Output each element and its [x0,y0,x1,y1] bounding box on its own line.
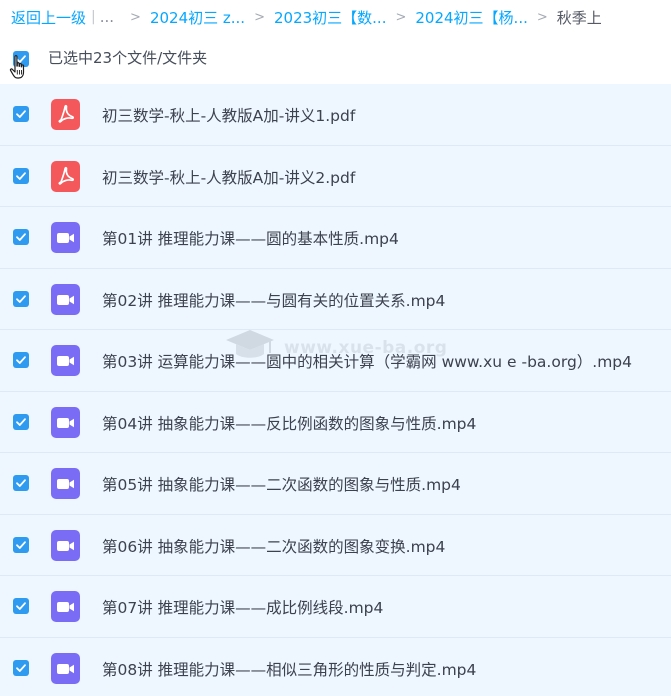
file-name[interactable]: 初三数学-秋上-人教版A加-讲义2.pdf [102,166,355,188]
file-row[interactable]: 第05讲 抽象能力课——二次函数的图象与性质.mp4 [0,453,671,515]
selection-header: 已选中23个文件/文件夹 [0,36,671,82]
file-row[interactable]: 初三数学-秋上-人教版A加-讲义1.pdf [0,84,671,146]
row-checkbox[interactable] [13,352,29,368]
pdf-icon [51,160,80,192]
breadcrumb-ellipsis[interactable]: ... [100,8,114,26]
check-icon [16,663,26,672]
file-name[interactable]: 第07讲 推理能力课——成比例线段.mp4 [102,596,383,618]
breadcrumb-separator: > [254,9,265,25]
file-row[interactable]: 第03讲 运算能力课——圆中的相关计算（学霸网 www.xu e -ba.org… [0,330,671,392]
check-icon [16,171,26,180]
video-icon [51,591,80,622]
row-checkbox[interactable] [13,167,29,184]
breadcrumb-item[interactable]: 2023初三【数... [274,7,386,28]
check-icon [16,110,26,118]
file-row[interactable]: 第01讲 推理能力课——圆的基本性质.mp4 [0,207,671,269]
file-row[interactable]: 第08讲 推理能力课——相似三角形的性质与判定.mp4 [0,637,671,696]
breadcrumb-item[interactable]: 2024初三 z... [150,7,245,28]
file-name[interactable]: 第08讲 推理能力课——相似三角形的性质与判定.mp4 [102,658,476,680]
row-checkbox[interactable] [13,536,29,553]
check-icon [16,356,26,364]
file-browser: 返回上一级 | ... > 2024初三 z... > 2023初三【数... … [0,0,671,696]
breadcrumb-pipe: | [91,9,96,25]
row-checkbox[interactable] [13,413,29,430]
hand-cursor-icon [9,55,25,79]
check-icon [16,417,26,426]
file-name[interactable]: 第03讲 运算能力课——圆中的相关计算（学霸网 www.xu e -ba.org… [102,350,632,372]
video-icon [51,529,80,561]
check-icon [16,540,26,549]
breadcrumb-current: 秋季上 [556,8,602,27]
selection-count-label: 已选中23个文件/文件夹 [48,49,208,67]
video-icon [51,345,80,376]
file-name[interactable]: 第01讲 推理能力课——圆的基本性质.mp4 [102,227,399,249]
row-checkbox[interactable] [13,475,29,491]
check-icon [16,294,26,303]
file-name[interactable]: 第04讲 抽象能力课——反比例函数的图象与性质.mp4 [102,412,476,434]
video-icon [51,222,80,253]
breadcrumb: 返回上一级 | ... > 2024初三 z... > 2023初三【数... … [0,0,671,34]
video-icon [51,468,80,499]
video-icon [51,652,80,684]
check-icon [16,479,26,487]
breadcrumb-item[interactable]: 2024初三【杨... [415,7,527,28]
file-row[interactable]: 第07讲 推理能力课——成比例线段.mp4 [0,576,671,638]
row-checkbox[interactable] [13,229,29,245]
row-checkbox[interactable] [13,106,29,122]
file-name[interactable]: 第05讲 抽象能力课——二次函数的图象与性质.mp4 [102,473,461,495]
file-row[interactable]: 第04讲 抽象能力课——反比例函数的图象与性质.mp4 [0,391,671,453]
breadcrumb-separator: > [395,9,407,25]
breadcrumb-separator: > [130,9,141,25]
video-icon [51,283,80,315]
row-checkbox[interactable] [13,598,29,614]
file-row[interactable]: 初三数学-秋上-人教版A加-讲义2.pdf [0,145,671,207]
breadcrumb-separator: > [536,9,548,25]
back-link[interactable]: 返回上一级 [11,7,86,28]
row-checkbox[interactable] [13,290,29,307]
pdf-icon [51,99,80,130]
check-icon [16,602,26,610]
file-name[interactable]: 第06讲 抽象能力课——二次函数的图象变换.mp4 [102,535,445,557]
row-checkbox[interactable] [13,659,29,676]
file-list: 初三数学-秋上-人教版A加-讲义1.pdf 初三数学-秋上-人教版A加-讲义2.… [0,84,671,696]
check-icon [16,233,26,241]
file-name[interactable]: 第02讲 推理能力课——与圆有关的位置关系.mp4 [102,289,445,311]
video-icon [51,406,80,438]
file-row[interactable]: 第06讲 抽象能力课——二次函数的图象变换.mp4 [0,514,671,576]
file-row[interactable]: 第02讲 推理能力课——与圆有关的位置关系.mp4 [0,268,671,330]
file-name[interactable]: 初三数学-秋上-人教版A加-讲义1.pdf [102,104,355,126]
